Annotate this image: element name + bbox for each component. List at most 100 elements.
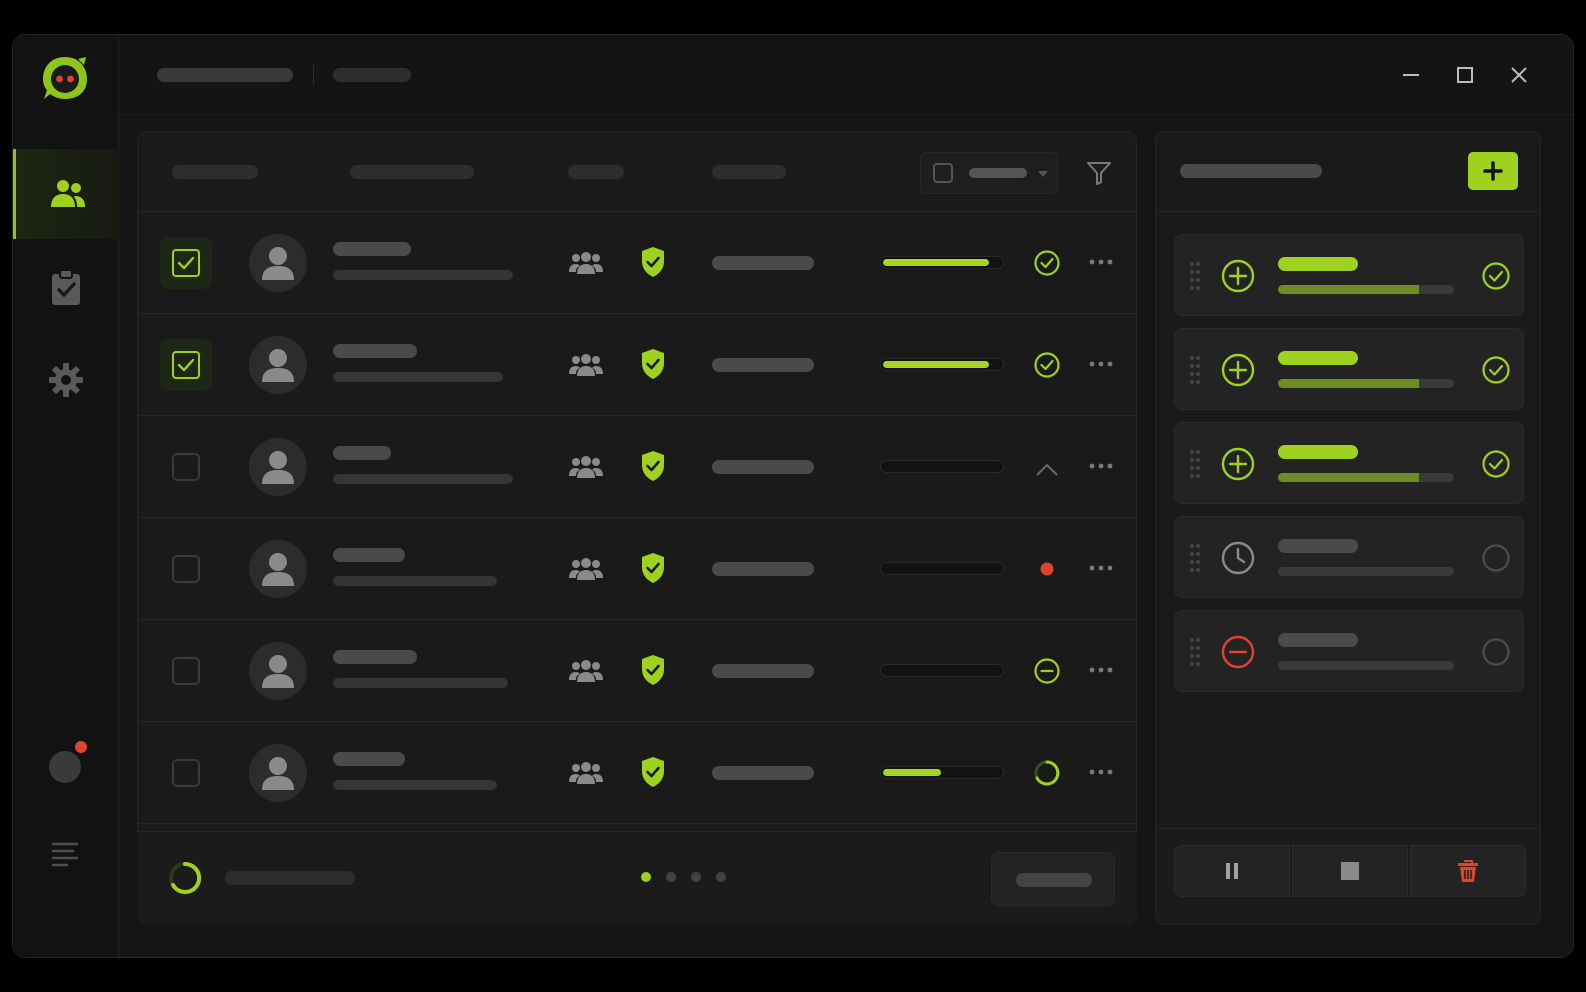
more-options-icon[interactable] xyxy=(1088,564,1114,572)
close-button[interactable] xyxy=(1507,63,1531,87)
trash-icon xyxy=(1458,860,1478,882)
close-icon xyxy=(1511,67,1527,83)
footer-action-button[interactable] xyxy=(991,852,1115,906)
drag-handle-icon[interactable] xyxy=(1189,355,1201,385)
page-dot-3[interactable] xyxy=(691,872,701,882)
user-detail xyxy=(333,474,513,484)
more-options-icon[interactable] xyxy=(1088,360,1114,368)
row-status xyxy=(1032,350,1062,380)
table-row[interactable] xyxy=(138,518,1136,620)
task-progress-fill xyxy=(1278,567,1419,576)
user-icon xyxy=(262,757,294,790)
drag-handle-icon[interactable] xyxy=(1189,449,1201,479)
notification-badge xyxy=(75,741,87,753)
row-progress xyxy=(880,460,1004,473)
select-all-checkbox[interactable] xyxy=(933,163,953,183)
table-row[interactable] xyxy=(138,314,1136,416)
row-checkbox[interactable] xyxy=(160,339,212,391)
user-detail xyxy=(333,678,508,688)
empty-circle-icon xyxy=(1482,544,1510,572)
task-status[interactable] xyxy=(1481,543,1511,573)
user-detail xyxy=(333,270,513,280)
table-row[interactable] xyxy=(138,722,1136,824)
user-detail xyxy=(333,372,503,382)
check-circle-icon xyxy=(1034,352,1060,378)
sidebar-item-users[interactable] xyxy=(13,149,119,239)
filter-icon[interactable] xyxy=(1086,160,1112,186)
sidebar-item-tasks[interactable] xyxy=(13,243,119,333)
row-status xyxy=(1032,554,1062,584)
minus-circle-icon xyxy=(1034,658,1060,684)
column-header-4[interactable] xyxy=(712,165,786,179)
row-progress xyxy=(880,358,1004,371)
task-status[interactable] xyxy=(1481,637,1511,667)
row-progress xyxy=(880,256,1004,269)
task-status[interactable] xyxy=(1481,449,1511,479)
column-header-2[interactable] xyxy=(350,165,474,179)
task-progress xyxy=(1278,567,1454,576)
menu-lines-icon[interactable] xyxy=(51,841,79,867)
row-checkbox[interactable] xyxy=(172,555,200,583)
window-title xyxy=(157,68,293,82)
task-item[interactable] xyxy=(1174,328,1524,410)
user-avatar xyxy=(249,540,307,598)
user-icon xyxy=(262,553,294,586)
page-dot-2[interactable] xyxy=(666,872,676,882)
page-dot-1[interactable] xyxy=(641,872,651,882)
row-status xyxy=(1032,758,1062,788)
more-options-icon[interactable] xyxy=(1088,462,1114,470)
row-checkbox[interactable] xyxy=(172,759,200,787)
task-type xyxy=(1221,635,1255,669)
task-type xyxy=(1221,259,1255,293)
users-icon xyxy=(50,180,85,207)
shield-check-icon xyxy=(642,655,664,685)
user-avatar xyxy=(249,438,307,496)
drag-handle-icon[interactable] xyxy=(1189,261,1201,291)
table-row[interactable] xyxy=(138,416,1136,518)
row-checkbox[interactable] xyxy=(172,453,200,481)
user-name xyxy=(333,548,405,562)
delete-button[interactable] xyxy=(1410,845,1526,897)
task-item[interactable] xyxy=(1174,610,1524,692)
column-header-1[interactable] xyxy=(172,165,258,179)
minimize-icon xyxy=(1403,74,1419,76)
more-options-icon[interactable] xyxy=(1088,768,1114,776)
row-checkbox[interactable] xyxy=(172,657,200,685)
stop-button[interactable] xyxy=(1292,845,1408,897)
clock-icon xyxy=(1221,541,1255,575)
row-checkbox[interactable] xyxy=(160,237,212,289)
task-status[interactable] xyxy=(1481,355,1511,385)
group-icon xyxy=(569,456,603,478)
task-progress xyxy=(1278,285,1454,294)
page-dot-4[interactable] xyxy=(716,872,726,882)
add-task-button[interactable] xyxy=(1468,152,1518,190)
task-item[interactable] xyxy=(1174,422,1524,504)
more-options-icon[interactable] xyxy=(1088,258,1114,266)
plus-circle-icon xyxy=(1221,447,1255,481)
sidebar-item-settings[interactable] xyxy=(13,335,119,425)
drag-handle-icon[interactable] xyxy=(1189,543,1201,573)
task-item[interactable] xyxy=(1174,516,1524,598)
shield-check-icon xyxy=(642,247,664,277)
column-header-3[interactable] xyxy=(568,165,624,179)
row-value xyxy=(712,460,814,474)
task-item[interactable] xyxy=(1174,234,1524,316)
maximize-button[interactable] xyxy=(1453,63,1477,87)
view-select-dropdown[interactable] xyxy=(920,152,1058,194)
task-progress-fill xyxy=(1278,661,1419,670)
shield-check-icon xyxy=(642,349,664,379)
row-status xyxy=(1032,656,1062,686)
user-status-avatar[interactable] xyxy=(49,751,81,783)
minimize-button[interactable] xyxy=(1399,63,1423,87)
table-row[interactable] xyxy=(138,212,1136,314)
table-row[interactable] xyxy=(138,620,1136,722)
shield-check-icon xyxy=(642,451,664,481)
row-progress xyxy=(880,562,1004,575)
drag-handle-icon[interactable] xyxy=(1189,637,1201,667)
users-table-panel xyxy=(137,131,1137,925)
pause-button[interactable] xyxy=(1174,845,1290,897)
task-status[interactable] xyxy=(1481,261,1511,291)
more-options-icon[interactable] xyxy=(1088,666,1114,674)
user-icon xyxy=(262,349,294,382)
row-status xyxy=(1032,452,1062,482)
